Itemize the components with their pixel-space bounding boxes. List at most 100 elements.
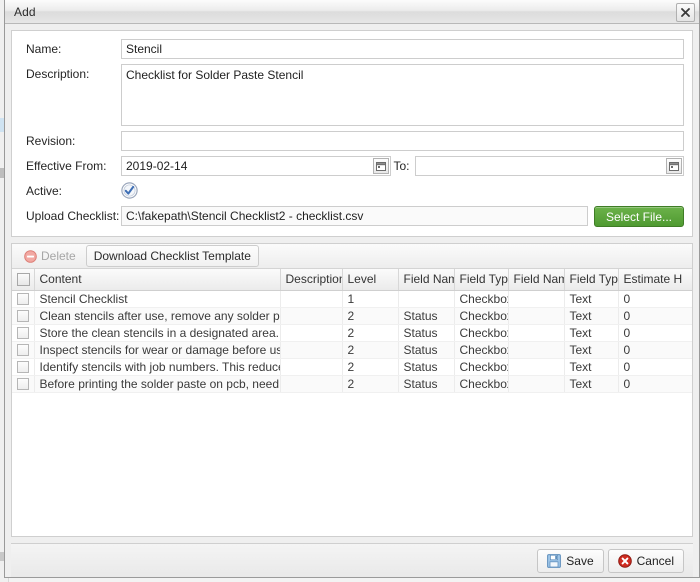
cell-level: 1: [342, 290, 399, 308]
row-select-checkbox[interactable]: [17, 378, 29, 391]
description-textarea[interactable]: Checklist for Solder Paste Stencil: [121, 64, 684, 126]
row-select-cell[interactable]: [12, 324, 35, 342]
cell-level: 2: [342, 375, 399, 393]
save-label: Save: [566, 553, 594, 568]
row-select-checkbox[interactable]: [17, 361, 29, 374]
table-row[interactable]: Store the clean stencils in a designated…: [12, 324, 692, 342]
cell-level: 2: [342, 341, 399, 359]
column-header-estimate-hours[interactable]: Estimate H: [618, 269, 692, 291]
column-header-field-name-1[interactable]: Field Name: [398, 269, 455, 291]
effective-to-calendar-button[interactable]: [666, 158, 683, 174]
calendar-icon: [375, 162, 386, 171]
column-header-description[interactable]: Description: [280, 269, 343, 291]
table-row[interactable]: Before printing the solder paste on pcb,…: [12, 375, 692, 393]
select-all-checkbox[interactable]: [17, 273, 30, 287]
cell-field-type-1: Checkbox: [454, 324, 509, 342]
calendar-icon: [669, 162, 680, 171]
row-select-checkbox[interactable]: [17, 310, 29, 323]
name-input[interactable]: [121, 39, 684, 59]
check-circle-icon: [121, 182, 138, 199]
effective-to-wrapper: [414, 156, 685, 176]
add-dialog: Add Name: Description: C: [4, 0, 700, 578]
floppy-disk-icon: [547, 553, 562, 568]
row-select-cell[interactable]: [12, 358, 35, 376]
description-label: Description:: [26, 67, 90, 81]
cell-content: Stencil Checklist: [34, 290, 281, 308]
effective-from-label: Effective From:: [26, 159, 107, 173]
row-select-checkbox[interactable]: [17, 344, 29, 357]
cell-content: Before printing the solder paste on pcb,…: [34, 375, 281, 393]
row-select-cell[interactable]: [12, 290, 35, 308]
close-icon: [681, 8, 690, 17]
revision-input[interactable]: [121, 131, 684, 151]
dialog-footer: Save Cancel: [11, 543, 693, 577]
close-button[interactable]: [676, 3, 695, 22]
save-button[interactable]: Save: [537, 548, 604, 573]
cell-field-type-2: Text: [564, 324, 619, 342]
cell-field-name-2: [508, 358, 565, 376]
effective-to-input[interactable]: [414, 156, 685, 176]
cell-field-type-2: Text: [564, 375, 619, 393]
cell-content: Clean stencils after use, remove any sol…: [34, 307, 281, 325]
cell-content: Identify stencils with job numbers. This…: [34, 358, 281, 376]
column-header-level[interactable]: Level: [342, 269, 399, 291]
cell-estimate-hours: 0: [618, 375, 692, 393]
active-checkbox[interactable]: [121, 182, 138, 199]
field-row-effective-dates: Effective From: 2019-02-14 To:: [20, 156, 685, 176]
select-all-header[interactable]: [12, 269, 35, 291]
field-row-active: Active:: [20, 181, 684, 201]
cell-field-name-2: [508, 324, 565, 342]
grid-scroll-area[interactable]: Content Description Level Field Name Fie…: [12, 269, 692, 536]
row-select-checkbox[interactable]: [17, 327, 29, 340]
checklist-grid-panel: Delete Download Checklist Template Conte…: [11, 243, 693, 537]
effective-to-label: To:: [393, 159, 410, 173]
delete-label: Delete: [41, 249, 76, 263]
table-row[interactable]: Inspect stencils for wear or damage befo…: [12, 341, 692, 359]
row-select-cell[interactable]: [12, 341, 35, 359]
cell-field-type-1: Checkbox: [454, 290, 509, 308]
cell-estimate-hours: 0: [618, 290, 692, 308]
download-checklist-template-button[interactable]: Download Checklist Template: [85, 245, 259, 267]
cell-estimate-hours: 0: [618, 358, 692, 376]
row-select-checkbox[interactable]: [17, 293, 29, 306]
minus-circle-icon: [24, 249, 37, 263]
cell-level: 2: [342, 307, 399, 325]
table-row[interactable]: Stencil Checklist 1 Checkbox Text 0: [12, 290, 692, 308]
cell-field-name-2: [508, 341, 565, 359]
upload-checklist-path-input[interactable]: [121, 206, 588, 226]
download-checklist-template-label: Download Checklist Template: [93, 249, 251, 263]
column-header-field-name-2[interactable]: Field Name: [508, 269, 565, 291]
active-label: Active:: [26, 184, 63, 198]
delete-button[interactable]: Delete: [16, 245, 84, 267]
cell-description: [280, 307, 343, 325]
column-header-field-type-1[interactable]: Field Type: [454, 269, 509, 291]
cell-field-type-1: Checkbox: [454, 358, 509, 376]
table-row[interactable]: Identify stencils with job numbers. This…: [12, 358, 692, 376]
cancel-circle-icon: [617, 553, 632, 568]
row-select-cell[interactable]: [12, 375, 35, 393]
dialog-title: Add: [14, 4, 36, 19]
cell-level: 2: [342, 324, 399, 342]
field-row-description: Description: Checklist for Solder Paste …: [20, 64, 684, 126]
select-file-button[interactable]: Select File...: [593, 206, 684, 227]
dialog-body: Name: Description: Checklist for Solder …: [5, 24, 699, 577]
header-row: Content Description Level Field Name Fie…: [12, 269, 692, 291]
cell-field-name-1: Status: [398, 375, 455, 393]
effective-from-input[interactable]: [121, 156, 391, 176]
cell-field-name-1: Status: [398, 341, 455, 359]
column-header-field-type-2[interactable]: Field Type: [564, 269, 619, 291]
row-select-cell[interactable]: [12, 307, 35, 325]
cell-field-name-1: [398, 290, 455, 308]
table-row[interactable]: Clean stencils after use, remove any sol…: [12, 307, 692, 325]
name-label: Name:: [26, 42, 62, 56]
cancel-button[interactable]: Cancel: [607, 548, 684, 573]
form-panel: Name: Description: Checklist for Solder …: [11, 30, 693, 237]
cell-estimate-hours: 0: [618, 324, 692, 342]
column-header-content[interactable]: Content: [34, 269, 281, 291]
dialog-titlebar: Add: [5, 0, 699, 24]
cell-level: 2: [342, 358, 399, 376]
cell-description: [280, 375, 343, 393]
cell-field-type-2: Text: [564, 290, 619, 308]
effective-from-calendar-button[interactable]: [372, 158, 389, 174]
table-body: Stencil Checklist 1 Checkbox Text 0 Clean ste…: [12, 290, 692, 393]
